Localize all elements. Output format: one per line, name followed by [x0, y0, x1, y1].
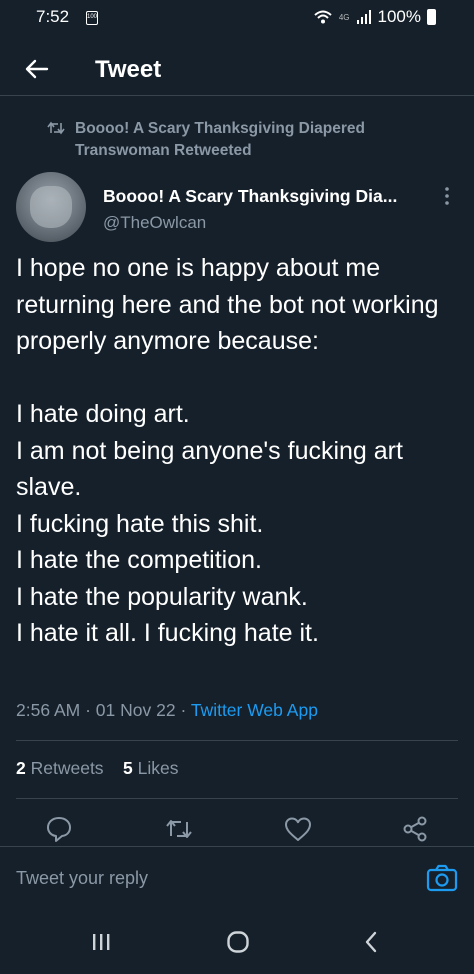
avatar-image [30, 186, 72, 228]
back-arrow-icon[interactable] [22, 54, 52, 84]
notification-icon: 100 [86, 11, 98, 25]
retweets-count: 2 [16, 758, 26, 778]
reply-composer [0, 846, 474, 910]
tweet-meta: 2:56 AM · 01 Nov 22 · Twitter Web App [16, 700, 318, 721]
page-title: Tweet [95, 56, 162, 83]
retweet-context-text: Boooo! A Scary Thanksgiving Diapered Tra… [75, 120, 365, 159]
tweet-actions [0, 814, 474, 846]
tweet-time[interactable]: 2:56 AM [16, 700, 80, 720]
system-nav-bar [0, 910, 474, 974]
share-icon[interactable] [400, 814, 430, 844]
home-icon[interactable] [226, 930, 250, 954]
signal-icon [356, 10, 371, 24]
more-options-icon[interactable] [440, 185, 454, 207]
tweet-source[interactable]: Twitter Web App [191, 700, 318, 720]
camera-icon[interactable] [426, 863, 458, 893]
tweet-text: I hope no one is happy about me returnin… [16, 254, 439, 647]
status-time: 7:52 [36, 7, 70, 26]
divider [16, 798, 458, 799]
likes-stat[interactable]: 5 Likes [123, 758, 178, 778]
retweets-label: Retweets [30, 758, 104, 778]
tweet-stats: 2 Retweets 5 Likes [16, 758, 178, 779]
reply-input[interactable] [16, 868, 376, 889]
meta-separator: · [180, 700, 191, 720]
author-name[interactable]: Boooo! A Scary Thanksgiving Dia... [103, 186, 397, 207]
retweets-stat[interactable]: 2 Retweets [16, 758, 104, 778]
battery-percent: 100% [377, 7, 421, 26]
status-bar: 7:52 100 4G 100% [0, 0, 474, 36]
like-heart-icon[interactable] [283, 814, 313, 844]
author-handle[interactable]: @TheOwlcan [103, 213, 206, 233]
likes-count: 5 [123, 758, 133, 778]
status-indicators: 4G 100% [313, 7, 436, 27]
network-type-label: 4G [338, 12, 350, 22]
top-app-bar: Tweet [0, 44, 474, 96]
likes-label: Likes [137, 758, 179, 778]
avatar[interactable] [16, 172, 86, 242]
retweet-context[interactable]: Boooo! A Scary Thanksgiving Diapered Tra… [47, 118, 435, 162]
reply-icon[interactable] [44, 814, 74, 844]
meta-separator: · [85, 700, 96, 720]
retweet-button-icon[interactable] [164, 814, 194, 844]
retweet-icon [47, 121, 65, 135]
tweet-date[interactable]: 01 Nov 22 [96, 700, 176, 720]
back-icon[interactable] [360, 930, 384, 954]
divider [16, 740, 458, 741]
battery-icon [427, 9, 436, 25]
wifi-icon [314, 10, 332, 24]
recent-apps-icon[interactable] [89, 930, 113, 954]
